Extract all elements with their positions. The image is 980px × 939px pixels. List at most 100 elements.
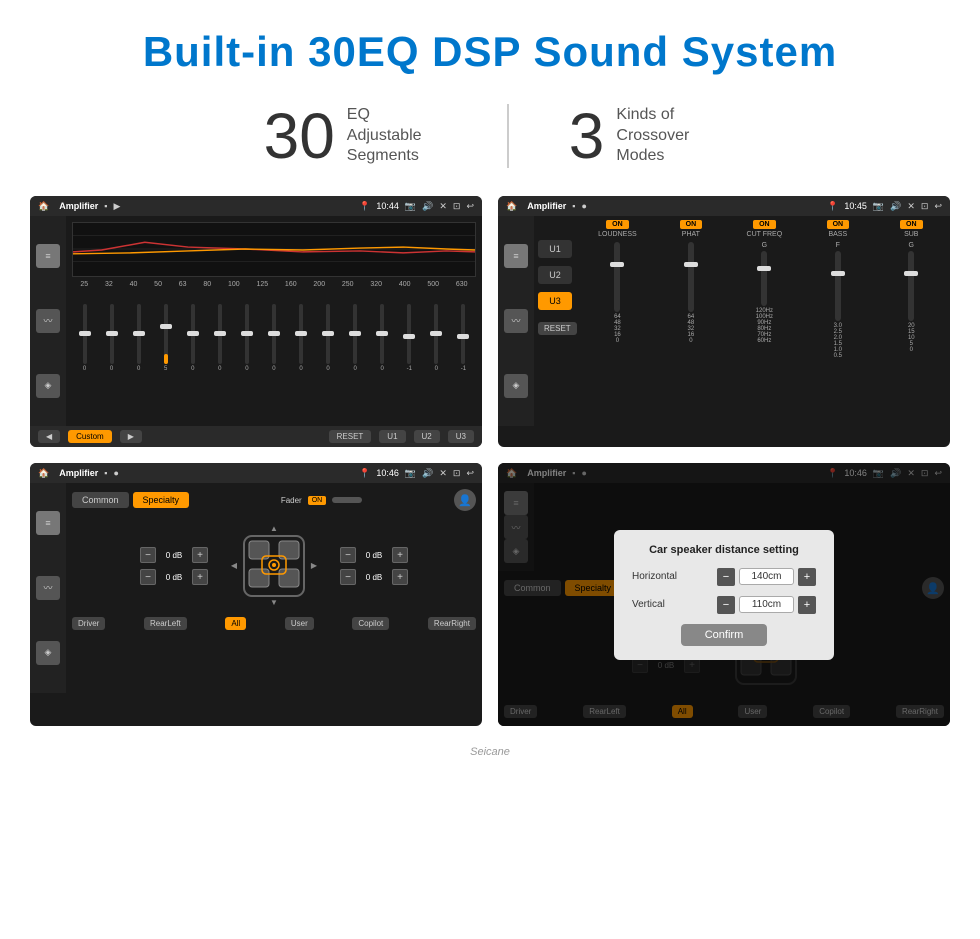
dialog-horizontal-minus[interactable]: − — [717, 568, 735, 586]
cx-sidebar-wave[interactable]: 〰 — [504, 309, 528, 333]
sp-left-db: − 0 dB + − 0 dB + — [140, 547, 208, 585]
dialog-vertical-input: − 110cm + — [717, 596, 816, 614]
cx-u2-btn[interactable]: U2 — [538, 266, 572, 284]
svg-text:▼: ▼ — [270, 598, 278, 607]
freq-32: 32 — [105, 281, 113, 288]
eq-slider-10[interactable]: 0 — [343, 304, 368, 372]
eq-sidebar-wave[interactable]: 〰 — [36, 309, 60, 333]
sp-all-btn[interactable]: All — [225, 617, 246, 630]
eq-u1-btn[interactable]: U1 — [379, 430, 405, 443]
sp-right-bot-db: − 0 dB + — [340, 569, 408, 585]
sp-fader-on[interactable]: ON — [308, 496, 327, 505]
eq-slider-1[interactable]: 0 — [99, 304, 124, 372]
eq-u2-btn[interactable]: U2 — [414, 430, 440, 443]
freq-40: 40 — [130, 281, 138, 288]
cx-u1-btn[interactable]: U1 — [538, 240, 572, 258]
eq-slider-4[interactable]: 0 — [180, 304, 205, 372]
sp-common-tab[interactable]: Common — [72, 492, 129, 508]
sp-left-top-plus[interactable]: + — [192, 547, 208, 563]
cx-loudness-toggle[interactable]: ON — [606, 220, 629, 229]
sp-rearright-btn[interactable]: RearRight — [428, 617, 476, 630]
eq-slider-2[interactable]: 0 — [126, 304, 151, 372]
cx-cutfreq-col: ON CUT FREQ G 120Hz100Hz90Hz80Hz70Hz60Hz — [730, 220, 799, 422]
sp-right-top-plus[interactable]: + — [392, 547, 408, 563]
cx-bass-toggle[interactable]: ON — [827, 220, 850, 229]
cx-sub-toggle[interactable]: ON — [900, 220, 923, 229]
eq-slider-6[interactable]: 0 — [234, 304, 259, 372]
cx-sub-slider[interactable] — [908, 251, 914, 321]
stat-eq: 30 EQ AdjustableSegments — [204, 104, 509, 168]
eq-sidebar: ≡ 〰 ◈ — [30, 216, 66, 426]
cx-time: 10:45 — [844, 201, 867, 211]
sp-copilot-btn[interactable]: Copilot — [352, 617, 389, 630]
sp-left-bot-plus[interactable]: + — [192, 569, 208, 585]
dialog-horizontal-label: Horizontal — [632, 571, 677, 582]
eq-custom-btn[interactable]: Custom — [68, 430, 112, 443]
cx-cutfreq-toggle[interactable]: ON — [753, 220, 776, 229]
eq-slider-14[interactable]: -1 — [451, 304, 476, 372]
sp-driver-btn[interactable]: Driver — [72, 617, 105, 630]
sp-left-bot-minus[interactable]: − — [140, 569, 156, 585]
freq-80: 80 — [203, 281, 211, 288]
eq-next-btn[interactable]: ▶ — [120, 430, 142, 443]
eq-reset-btn[interactable]: RESET — [329, 430, 372, 443]
sp-user-btn[interactable]: User — [285, 617, 314, 630]
eq-slider-0[interactable]: 0 — [72, 304, 97, 372]
cx-u3-btn[interactable]: U3 — [538, 292, 572, 310]
sp-right-top-db: − 0 dB + — [340, 547, 408, 563]
cx-bass-slider[interactable] — [835, 251, 841, 321]
eq-prev-btn[interactable]: ◀ — [38, 430, 60, 443]
sp-top-area: Common Specialty Fader ON 👤 — [72, 489, 476, 511]
freq-160: 160 — [285, 281, 297, 288]
eq-sidebar-volume[interactable]: ◈ — [36, 374, 60, 398]
sp-right-bot-minus[interactable]: − — [340, 569, 356, 585]
eq-slider-3[interactable]: 5 — [153, 304, 178, 372]
eq-slider-5[interactable]: 0 — [207, 304, 232, 372]
freq-labels: 25 32 40 50 63 80 100 125 160 200 250 32… — [72, 281, 476, 288]
cx-sidebar-eq[interactable]: ≡ — [504, 244, 528, 268]
sp-cam-icon: 📷 — [405, 468, 416, 479]
freq-630: 630 — [456, 281, 468, 288]
cx-cutfreq-slider[interactable] — [761, 251, 767, 306]
sp-left-top-val: 0 dB — [160, 551, 188, 560]
sp-sidebar-eq[interactable]: ≡ — [36, 511, 60, 535]
sp-home-icon[interactable]: 🏠 — [38, 468, 49, 479]
eq-volume-icon: 🔊 — [422, 201, 433, 212]
sp-tabs: Common Specialty — [72, 492, 189, 508]
eq-slider-7[interactable]: 0 — [261, 304, 286, 372]
sp-user-icon[interactable]: 👤 — [454, 489, 476, 511]
dialog-vertical-plus[interactable]: + — [798, 596, 816, 614]
dialog-horizontal-value[interactable]: 140cm — [739, 568, 794, 585]
dialog-vertical-minus[interactable]: − — [717, 596, 735, 614]
sp-specialty-tab[interactable]: Specialty — [133, 492, 190, 508]
dialog-confirm-button[interactable]: Confirm — [681, 624, 768, 646]
sp-left-top-minus[interactable]: − — [140, 547, 156, 563]
sp-vol-icon: 🔊 — [422, 468, 433, 479]
dialog-horizontal-row: Horizontal − 140cm + — [632, 568, 816, 586]
dialog-horizontal-plus[interactable]: + — [798, 568, 816, 586]
eq-slider-9[interactable]: 0 — [316, 304, 341, 372]
home-icon[interactable]: 🏠 — [38, 201, 49, 212]
sp-fader-slider[interactable] — [332, 497, 362, 503]
cx-sidebar-vol[interactable]: ◈ — [504, 374, 528, 398]
sp-right-bot-plus[interactable]: + — [392, 569, 408, 585]
cx-phat-toggle[interactable]: ON — [680, 220, 703, 229]
cx-home-icon[interactable]: 🏠 — [506, 201, 517, 212]
eq-sidebar-equalizer[interactable]: ≡ — [36, 244, 60, 268]
eq-u3-btn[interactable]: U3 — [448, 430, 474, 443]
eq-slider-12[interactable]: -1 — [397, 304, 422, 372]
sp-rearleft-btn[interactable]: RearLeft — [144, 617, 187, 630]
eq-slider-11[interactable]: 0 — [370, 304, 395, 372]
dialog-vertical-value[interactable]: 110cm — [739, 596, 794, 613]
eq-slider-13[interactable]: 0 — [424, 304, 449, 372]
sp-sidebar-vol[interactable]: ◈ — [36, 641, 60, 665]
sp-sidebar-wave[interactable]: 〰 — [36, 576, 60, 600]
cx-loudness-slider[interactable] — [614, 242, 620, 312]
sp-left-top-db: − 0 dB + — [140, 547, 208, 563]
cx-reset-btn[interactable]: RESET — [538, 322, 577, 335]
sp-right-top-minus[interactable]: − — [340, 547, 356, 563]
svg-text:▶: ▶ — [311, 561, 318, 570]
cx-phat-slider[interactable] — [688, 242, 694, 312]
freq-50: 50 — [154, 281, 162, 288]
eq-slider-8[interactable]: 0 — [289, 304, 314, 372]
